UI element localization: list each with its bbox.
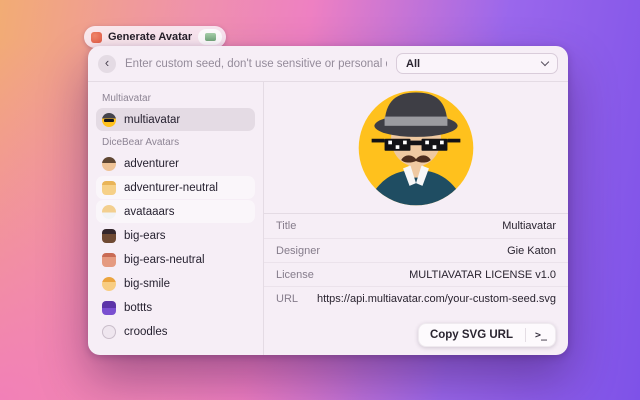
- desktop-background: Generate Avatar ‹ All Multiavatar multiav…: [0, 0, 640, 400]
- sidebar-item-croodles[interactable]: croodles: [96, 320, 255, 343]
- metadata-label: Designer: [276, 245, 320, 257]
- metadata-value: Gie Katon: [507, 245, 556, 257]
- sidebar-item-label: adventurer: [124, 158, 179, 170]
- multiavatar-icon: [102, 113, 116, 127]
- croodles-icon: [102, 325, 116, 339]
- big-ears-neutral-icon: [102, 253, 116, 267]
- launcher-tab-label: Generate Avatar: [108, 31, 192, 43]
- metadata-row-title: Title Multiavatar: [264, 214, 568, 238]
- sidebar-item-avataaars[interactable]: avataaars: [96, 200, 255, 223]
- mini-avatar-badge: [198, 29, 222, 45]
- metadata-label: Title: [276, 220, 296, 232]
- sidebar-item-big-smile[interactable]: big-smile: [96, 272, 255, 295]
- window-header: ‹ All: [88, 46, 568, 82]
- chevron-down-icon: [541, 58, 549, 66]
- sidebar-item-multiavatar[interactable]: multiavatar: [96, 108, 255, 131]
- terminal-prompt-icon[interactable]: >_: [526, 330, 556, 341]
- action-bar: Copy SVG URL >_: [418, 323, 556, 347]
- sidebar-item-label: big-smile: [124, 278, 170, 290]
- detail-panel: Title Multiavatar Designer Gie Katon License…: [264, 82, 568, 355]
- big-ears-icon: [102, 229, 116, 243]
- metadata-value: Multiavatar: [502, 220, 556, 232]
- sidebar-item-bottts[interactable]: bottts: [96, 296, 255, 319]
- metadata-row-designer: Designer Gie Katon: [264, 238, 568, 262]
- metadata-fields: Title Multiavatar Designer Gie Katon License…: [264, 213, 568, 310]
- sidebar-item-label: multiavatar: [124, 114, 180, 126]
- filter-dropdown[interactable]: All: [396, 53, 558, 74]
- launcher-tab[interactable]: Generate Avatar: [84, 26, 226, 48]
- sidebar-section-title: Multiavatar: [96, 88, 255, 107]
- metadata-label: URL: [276, 293, 298, 305]
- adventurer-icon: [102, 157, 116, 171]
- avatar-preview-zone: [264, 82, 568, 213]
- sidebar-item-adventurer-neutral[interactable]: adventurer-neutral: [96, 176, 255, 199]
- metadata-value: https://api.multiavatar.com/your-custom-…: [317, 293, 556, 305]
- metadata-label: License: [276, 269, 314, 281]
- bottts-icon: [102, 301, 116, 315]
- sidebar-item-label: avataaars: [124, 206, 175, 218]
- sidebar-list: Multiavatar multiavatar DiceBear Avatars ad…: [88, 82, 264, 355]
- seed-search-input[interactable]: [125, 58, 387, 70]
- sidebar-item-big-ears-neutral[interactable]: big-ears-neutral: [96, 248, 255, 271]
- metadata-value: MULTIAVATAR LICENSE v1.0: [409, 269, 556, 281]
- sidebar-item-big-ears[interactable]: big-ears: [96, 224, 255, 247]
- fedora-band: [385, 116, 448, 125]
- adventurer-neutral-icon: [102, 181, 116, 195]
- generate-avatar-window: ‹ All Multiavatar multiavatar DiceBear Ava…: [88, 46, 568, 355]
- sidebar-item-label: big-ears-neutral: [124, 254, 205, 266]
- window-body: Multiavatar multiavatar DiceBear Avatars ad…: [88, 82, 568, 355]
- chevron-left-icon: ‹: [105, 56, 109, 69]
- sidebar-item-label: adventurer-neutral: [124, 182, 218, 194]
- metadata-row-url: URL https://api.multiavatar.com/your-cust…: [264, 286, 568, 310]
- sidebar-item-label: big-ears: [124, 230, 166, 242]
- sidebar-item-label: bottts: [124, 302, 152, 314]
- big-smile-icon: [102, 277, 116, 291]
- avatar-preview: [355, 87, 477, 209]
- sidebar-item-label: croodles: [124, 326, 167, 338]
- back-button[interactable]: ‹: [98, 55, 116, 73]
- mini-avatar-icon: [205, 33, 216, 41]
- avataaars-icon: [102, 205, 116, 219]
- metadata-row-license: License MULTIAVATAR LICENSE v1.0: [264, 262, 568, 286]
- extension-icon: [91, 32, 102, 43]
- filter-dropdown-value: All: [406, 58, 420, 70]
- sidebar-item-adventurer[interactable]: adventurer: [96, 152, 255, 175]
- sidebar-section-title: DiceBear Avatars: [96, 132, 255, 151]
- copy-svg-url-button[interactable]: Copy SVG URL: [418, 329, 525, 341]
